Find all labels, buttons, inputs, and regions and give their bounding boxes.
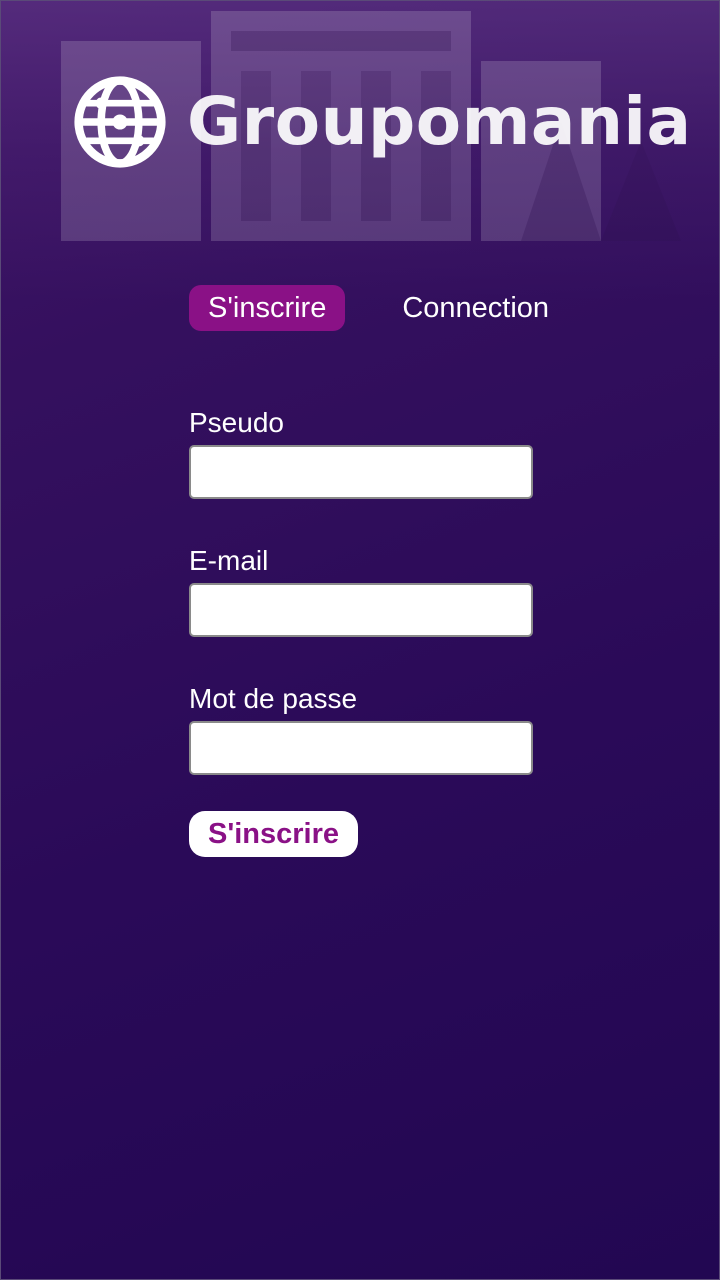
globe-icon	[74, 76, 166, 168]
pseudo-input[interactable]	[189, 445, 533, 499]
signup-form: Pseudo E-mail Mot de passe S'inscrire	[189, 403, 533, 857]
tab-connection[interactable]: Connection	[402, 285, 549, 331]
email-field-group: E-mail	[189, 541, 533, 637]
password-input[interactable]	[189, 721, 533, 775]
email-input[interactable]	[189, 583, 533, 637]
brand-logo: Groupomania	[73, 75, 692, 169]
signup-screen: Groupomania S'inscrire Connection Pseudo…	[0, 0, 720, 1280]
tab-signup[interactable]: S'inscrire	[189, 285, 346, 331]
email-label: E-mail	[189, 545, 269, 576]
signup-submit-button[interactable]: S'inscrire	[189, 811, 359, 857]
password-label: Mot de passe	[189, 683, 358, 714]
auth-tabs: S'inscrire Connection	[189, 285, 549, 331]
password-field-group: Mot de passe	[189, 679, 533, 775]
brand-name: Groupomania	[187, 83, 692, 160]
pseudo-label: Pseudo	[189, 407, 284, 438]
pseudo-field-group: Pseudo	[189, 403, 533, 499]
